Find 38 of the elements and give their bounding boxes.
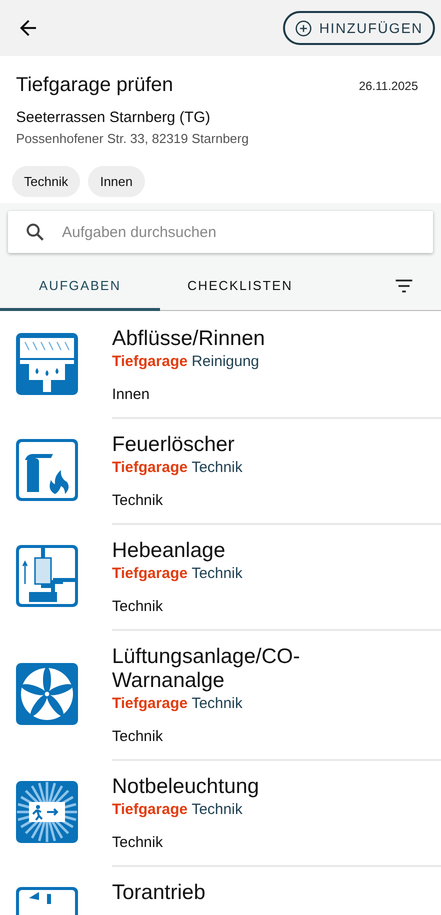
category-label: Technik — [192, 801, 242, 818]
fire-extinguisher-icon — [15, 438, 79, 502]
fan-icon — [15, 662, 79, 726]
area-label: Tiefgarage — [112, 801, 188, 818]
task-title[interactable]: Torantrieb — [112, 881, 441, 905]
drain-icon — [15, 332, 79, 396]
task-title[interactable]: Notbeleuchtung — [112, 775, 441, 799]
task-title[interactable]: Feuerlöscher — [112, 433, 441, 457]
plus-circle-icon — [295, 20, 312, 36]
lifting-unit-icon — [15, 544, 79, 608]
tab[interactable]: CHECKLISTEN — [160, 262, 320, 310]
location-label: Technik — [112, 598, 164, 615]
search-field[interactable]: Aufgaben durchsuchen — [8, 211, 433, 253]
category-label: Technik — [192, 695, 242, 712]
add-button[interactable]: HINZUFÜGEN — [283, 11, 435, 45]
search-icon — [24, 221, 46, 243]
task-title[interactable]: Lüftungsanlage/CO-Warnanalge — [112, 645, 441, 693]
job-date: 26.11.2025 — [358, 78, 418, 92]
location-label: Technik — [112, 492, 164, 509]
emergency-exit-light-icon — [15, 780, 79, 844]
area-label: Tiefgarage — [112, 353, 188, 370]
property-address: Possenhofener Str. 33, 82319 Starnberg — [16, 131, 250, 146]
job-title: Tiefgarage prüfen — [16, 74, 174, 97]
category-label: Technik — [192, 459, 242, 476]
area-label: Tiefgarage — [112, 459, 188, 476]
property-name: Seeterrassen Starnberg (TG) — [16, 109, 212, 126]
location-label: Innen — [112, 386, 151, 403]
tag-chip: Innen — [88, 166, 145, 197]
task-title[interactable]: Hebeanlage — [112, 539, 441, 563]
location-label: Technik — [112, 834, 164, 851]
category-label: Technik — [192, 565, 242, 582]
area-label: Tiefgarage — [112, 695, 188, 712]
category-label: Reinigung — [192, 353, 260, 370]
tag-chip: Technik — [12, 166, 80, 197]
area-label: Tiefgarage — [112, 565, 188, 582]
tab[interactable]: AUFGABEN — [0, 262, 160, 310]
task-title[interactable]: Abflüsse/Rinnen — [112, 327, 441, 351]
location-label: Technik — [112, 728, 164, 745]
